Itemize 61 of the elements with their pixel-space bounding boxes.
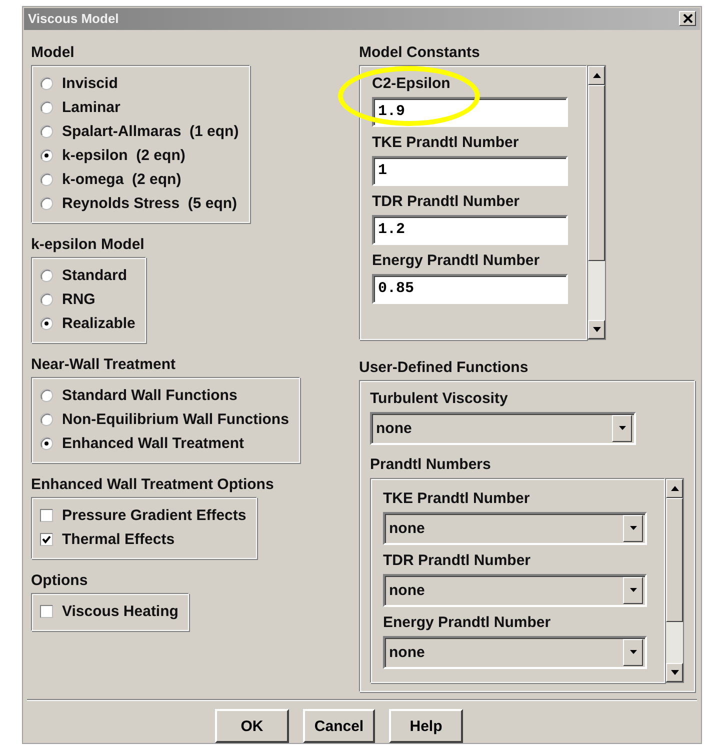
field-label: TDR Prandtl Number xyxy=(383,550,532,571)
scroll-up-button[interactable] xyxy=(588,66,605,85)
group-title: Options xyxy=(31,570,88,591)
checkbox-option[interactable]: Pressure Gradient Effects xyxy=(40,504,246,528)
radio-option[interactable]: Spalart-Allmaras (1 eqn) xyxy=(40,120,239,144)
checkbox-option[interactable]: Thermal Effects xyxy=(40,528,246,552)
scroll-thumb[interactable] xyxy=(666,498,683,622)
radio-option[interactable]: Reynolds Stress (5 eqn) xyxy=(40,192,239,216)
radio-option[interactable]: Enhanced Wall Treatment xyxy=(40,432,289,456)
scrollbar[interactable] xyxy=(587,64,606,340)
field-label: TDR Prandtl Number xyxy=(372,192,521,212)
field-label: Turbulent Viscosity xyxy=(370,388,509,409)
group-title: Model xyxy=(31,42,74,63)
group-title: User-Defined Functions xyxy=(359,358,528,378)
input-field[interactable]: 0.85 xyxy=(372,274,568,304)
up-arrow-icon xyxy=(670,486,679,491)
group-title: k-epsilon Model xyxy=(31,234,144,255)
radio-option[interactable]: Non-Equilibrium Wall Functions xyxy=(40,408,289,432)
group-title: Enhanced Wall Treatment Options xyxy=(31,474,274,495)
group-title: Model Constants xyxy=(359,42,480,63)
group-title: Prandtl Numbers xyxy=(370,454,492,475)
checkbox-option[interactable]: Viscous Heating xyxy=(40,600,178,624)
input-field[interactable]: 1.9 xyxy=(372,96,568,127)
field-label: TKE Prandtl Number xyxy=(372,132,520,153)
down-arrow-icon xyxy=(592,326,600,332)
down-arrow-icon xyxy=(670,670,679,675)
dropdown[interactable]: none xyxy=(383,574,647,607)
close-icon xyxy=(682,14,692,24)
dialog-button[interactable]: Help xyxy=(389,709,463,743)
radio-option[interactable]: RNG xyxy=(40,288,136,312)
input-field[interactable]: 1 xyxy=(372,156,568,186)
dropdown[interactable]: none xyxy=(383,512,647,545)
field-label: TKE Prandtl Number xyxy=(383,488,531,509)
dropdown[interactable]: none xyxy=(370,412,636,445)
field-label: Energy Prandtl Number xyxy=(372,250,541,271)
caret-icon xyxy=(630,650,636,654)
close-button[interactable] xyxy=(679,11,696,26)
caret-icon xyxy=(630,588,636,592)
field-label: Energy Prandtl Number xyxy=(383,612,552,633)
radio-option[interactable]: Realizable xyxy=(40,312,136,336)
caret-icon xyxy=(618,426,626,430)
input-field[interactable]: 1.2 xyxy=(372,214,568,245)
radio-option[interactable]: Standard Wall Functions xyxy=(40,384,289,408)
caret-icon xyxy=(630,526,636,530)
window-title: Viscous Model xyxy=(28,11,119,26)
radio-option[interactable]: k-omega (2 eqn) xyxy=(40,168,239,192)
radio-option[interactable]: k-epsilon (2 eqn) xyxy=(40,144,239,168)
dialog-button[interactable]: Cancel xyxy=(303,709,375,743)
dropdown[interactable]: none xyxy=(383,636,647,669)
dialog-button[interactable]: OK xyxy=(215,709,289,743)
up-arrow-icon xyxy=(592,72,600,78)
radio-option[interactable]: Inviscid xyxy=(40,72,239,96)
radio-option[interactable]: Standard xyxy=(40,264,136,288)
group-title: Near-Wall Treatment xyxy=(31,354,176,375)
scroll-up-button[interactable] xyxy=(666,478,683,498)
field-label: C2-Epsilon xyxy=(372,74,452,94)
scrollbar[interactable] xyxy=(665,478,684,683)
scroll-thumb[interactable] xyxy=(588,84,605,262)
radio-option[interactable]: Laminar xyxy=(40,96,239,120)
scroll-down-button[interactable] xyxy=(588,320,605,339)
scroll-down-button[interactable] xyxy=(666,662,683,682)
